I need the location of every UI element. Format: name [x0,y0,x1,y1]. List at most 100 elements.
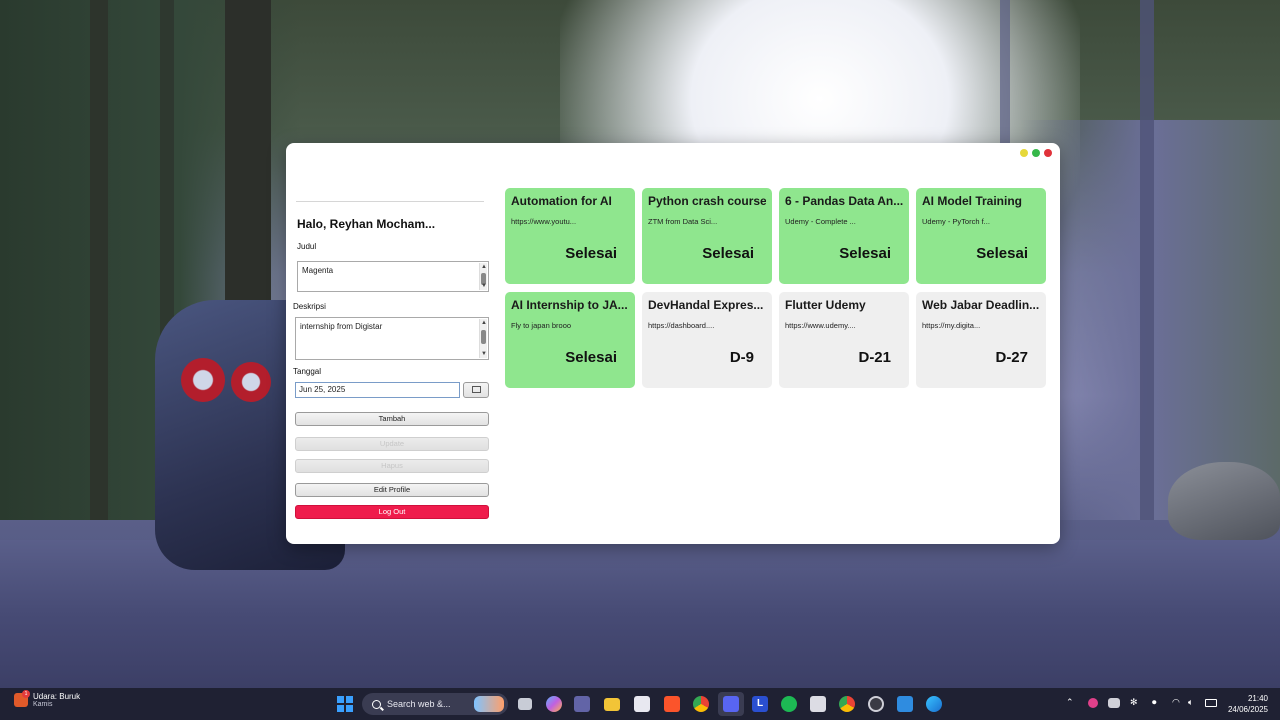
tambah-button[interactable]: Tambah [295,412,489,426]
brave-icon[interactable] [664,696,680,712]
task-card[interactable]: AI Internship to JA... Fly to japan broo… [505,292,635,388]
taskbar-search[interactable]: Search web &... [362,693,508,715]
calendar-icon [471,386,481,393]
greeting-title: Halo, Reyhan Mocham... [297,217,436,231]
judul-label: Judul [297,242,317,251]
file-explorer-icon[interactable] [518,698,532,710]
card-description: Udemy - PyTorch f... [922,217,990,226]
chevron-up-icon[interactable]: ⌃ [1066,697,1074,708]
l-app-icon[interactable]: L [752,696,768,712]
judul-input[interactable]: Magenta ▲ ▼ [297,261,489,292]
media-player-icon[interactable] [897,696,913,712]
clock-date: 24/06/2025 [1227,705,1268,714]
battery-icon[interactable] [1205,699,1217,707]
card-status: Selesai [839,245,891,262]
task-card[interactable]: Automation for AI https://www.youtu... S… [505,188,635,284]
deskripsi-value: internship from Digistar [300,322,383,331]
copilot-icon[interactable] [546,696,562,712]
card-status: Selesai [565,349,617,366]
teams-icon[interactable] [574,696,590,712]
judul-value: Magenta [302,266,334,275]
search-icon [372,699,381,709]
scroll-down-icon[interactable]: ▼ [480,282,488,290]
card-status: D-27 [995,349,1028,366]
weather-widget[interactable]: 1 Udara: Buruk Kamis [14,690,81,708]
card-title: Flutter Udemy [785,298,866,312]
form-sidebar: Halo, Reyhan Mocham... Judul Magenta ▲ ▼… [292,201,492,519]
app-window: Halo, Reyhan Mocham... Judul Magenta ▲ ▼… [286,143,1060,544]
close-button[interactable] [1044,149,1052,157]
microphone-icon[interactable]: ⏺ [1152,697,1157,708]
date-input[interactable]: Jun 25, 2025 [295,382,460,398]
tray-app-icon[interactable] [1088,698,1098,708]
task-card[interactable]: Flutter Udemy https://www.udemy.... D-21 [779,292,909,388]
weather-badge: 1 [22,690,30,698]
task-card-grid: Automation for AI https://www.youtu... S… [505,188,1046,388]
task-card[interactable]: AI Model Training Udemy - PyTorch f... S… [916,188,1046,284]
card-title: AI Model Training [922,194,1023,208]
edit-profile-button[interactable]: Edit Profile [295,483,489,497]
date-picker-button[interactable] [463,382,489,398]
card-status: Selesai [702,245,754,262]
search-placeholder: Search web &... [387,699,451,709]
card-description: https://www.youtu... [511,217,577,226]
wifi-icon[interactable]: ◠ [1172,697,1180,708]
folder-icon[interactable] [604,698,620,711]
task-card[interactable]: 6 - Pandas Data An... Udemy - Complete .… [779,188,909,284]
scroll-up-icon[interactable]: ▲ [480,319,488,327]
card-description: ZTM from Data Sci... [648,217,718,226]
chrome-profile-icon[interactable] [839,696,855,712]
task-card[interactable]: Python crash course ZTM from Data Sci...… [642,188,772,284]
scroll-up-icon[interactable]: ▲ [480,263,488,271]
card-description: https://my.digita... [922,321,981,330]
tanggal-label: Tanggal [293,367,322,376]
obs-icon[interactable] [868,696,884,712]
card-title: Automation for AI [511,194,612,208]
scroll-thumb[interactable] [481,330,486,344]
discord-icon[interactable] [723,696,739,712]
tray-settings-icon[interactable]: ✻ [1130,697,1138,708]
spotify-icon[interactable] [781,696,797,712]
task-card[interactable]: Web Jabar Deadlin... https://my.digita..… [916,292,1046,388]
card-description: https://www.udemy.... [785,321,856,330]
card-title: DevHandal Expres... [648,298,764,312]
divider [296,201,484,202]
start-button[interactable] [337,696,353,712]
maximize-button[interactable] [1032,149,1040,157]
card-status: Selesai [976,245,1028,262]
taskbar: 1 Udara: Buruk Kamis Search web &... L ⌃… [0,688,1280,720]
scroll-down-icon[interactable]: ▼ [480,350,488,358]
store-icon[interactable] [634,696,650,712]
card-title: Web Jabar Deadlin... [922,298,1040,312]
volume-icon[interactable]: 🔈︎ [1188,697,1193,708]
notepad-icon[interactable] [810,696,826,712]
card-description: https://dashboard.... [648,321,715,330]
card-description: Fly to japan brooo [511,321,572,330]
deskripsi-input[interactable]: internship from Digistar ▲ ▼ [295,317,489,360]
clock-time: 21:40 [1247,694,1268,703]
update-button[interactable]: Update [295,437,489,451]
task-card[interactable]: DevHandal Expres... https://dashboard...… [642,292,772,388]
date-value: Jun 25, 2025 [299,385,346,394]
weather-day: Kamis [33,701,53,708]
search-highlight-icon [474,696,504,712]
judul-scrollbar[interactable]: ▲ ▼ [479,263,487,290]
card-description: Udemy - Complete ... [785,217,856,226]
chrome-icon[interactable] [693,696,709,712]
logout-button[interactable]: Log Out [295,505,489,519]
card-status: D-21 [858,349,891,366]
hapus-button[interactable]: Hapus [295,459,489,473]
deskripsi-label: Deskripsi [293,302,326,311]
system-clock[interactable]: 21:40 24/06/2025 [1228,693,1268,715]
windows-logo-icon [337,696,344,703]
edge-icon[interactable] [926,696,942,712]
minimize-button[interactable] [1020,149,1028,157]
card-title: 6 - Pandas Data An... [785,194,903,208]
card-status: Selesai [565,245,617,262]
card-status: D-9 [729,349,754,366]
deskripsi-scrollbar[interactable]: ▲ ▼ [479,319,487,358]
tray-cloud-icon[interactable] [1108,698,1120,708]
card-title: Python crash course [648,194,766,208]
weather-status: Udara: Buruk [33,692,81,701]
weather-icon: 1 [14,690,30,707]
